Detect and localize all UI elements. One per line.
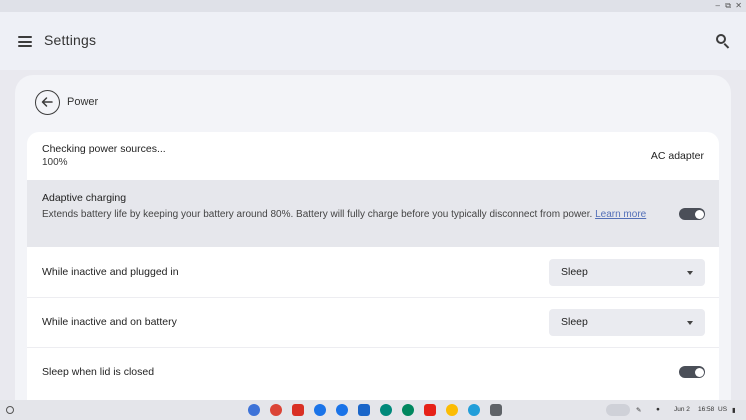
app-header: Settings [0,12,746,70]
youtube-icon[interactable] [424,404,436,416]
app-title: Settings [44,32,97,48]
adaptive-charging-toggle[interactable] [679,208,705,220]
adaptive-charging-title: Adaptive charging [42,192,127,204]
chrome-icon[interactable] [270,404,282,416]
power-source-status: Checking power sources... [42,143,166,155]
settings-panel: Power Checking power sources... 100% AC … [15,75,731,420]
system-shelf: ✎ ● Jun 2 16:58 US ▮ [0,400,746,420]
power-source-select[interactable]: AC adapter [651,150,704,162]
arrow-left-icon [41,97,53,107]
inactive-battery-label: While inactive and on battery [42,316,177,328]
inactive-battery-row: While inactive and on battery Sleep [27,297,719,347]
lid-closed-row: Sleep when lid is closed [27,347,719,397]
window-titlebar: – ⧉ ✕ [0,0,746,12]
inactive-plugged-label: While inactive and plugged in [42,266,179,278]
time-text[interactable]: 16:58 [698,406,714,413]
tray-pill[interactable] [606,404,630,416]
adaptive-charging-description: Extends battery life by keeping your bat… [42,207,652,223]
add-app-icon[interactable] [248,404,260,416]
lid-closed-toggle[interactable] [679,366,705,378]
calendar-icon[interactable] [314,404,326,416]
inactive-battery-select[interactable]: Sleep [549,309,705,336]
battery-icon: ▮ [732,407,736,414]
power-source-row: Checking power sources... 100% AC adapte… [27,132,719,180]
launcher-button[interactable] [6,406,14,414]
play-store-icon[interactable] [402,404,414,416]
adaptive-charging-row[interactable]: Adaptive charging Extends battery life b… [27,180,719,247]
inactive-plugged-select[interactable]: Sleep [549,259,705,286]
close-button[interactable]: ✕ [735,1,742,11]
minimize-button[interactable]: – [716,1,720,11]
meet-icon[interactable] [380,404,392,416]
messages-icon[interactable] [358,404,370,416]
date-text[interactable]: Jun 2 [674,406,690,413]
dropdown-caret-icon [687,271,693,275]
files-icon[interactable] [336,404,348,416]
power-settings-card: Checking power sources... 100% AC adapte… [27,132,719,420]
inactive-plugged-row: While inactive and plugged in Sleep [27,247,719,297]
info-icon[interactable]: ● [656,406,660,413]
stylus-icon[interactable]: ✎ [636,406,641,414]
hamburger-menu-icon[interactable] [18,36,32,47]
dropdown-caret-icon [687,321,693,325]
battery-percentage: 100% [42,157,68,168]
restore-button[interactable]: ⧉ [725,1,731,11]
adaptive-charging-text: Extends battery life by keeping your bat… [42,209,593,220]
page-title: Power [67,96,99,108]
lid-closed-label: Sleep when lid is closed [42,366,155,378]
back-button[interactable] [35,90,60,115]
search-icon[interactable] [716,34,730,49]
gmail-icon[interactable] [292,404,304,416]
settings-app-icon[interactable] [490,404,502,416]
inactive-plugged-value: Sleep [561,266,588,278]
inactive-battery-value: Sleep [561,316,588,328]
learn-more-link[interactable]: Learn more [595,209,646,220]
region-text[interactable]: US [718,406,727,413]
photos-icon[interactable] [446,404,458,416]
telegram-icon[interactable] [468,404,480,416]
